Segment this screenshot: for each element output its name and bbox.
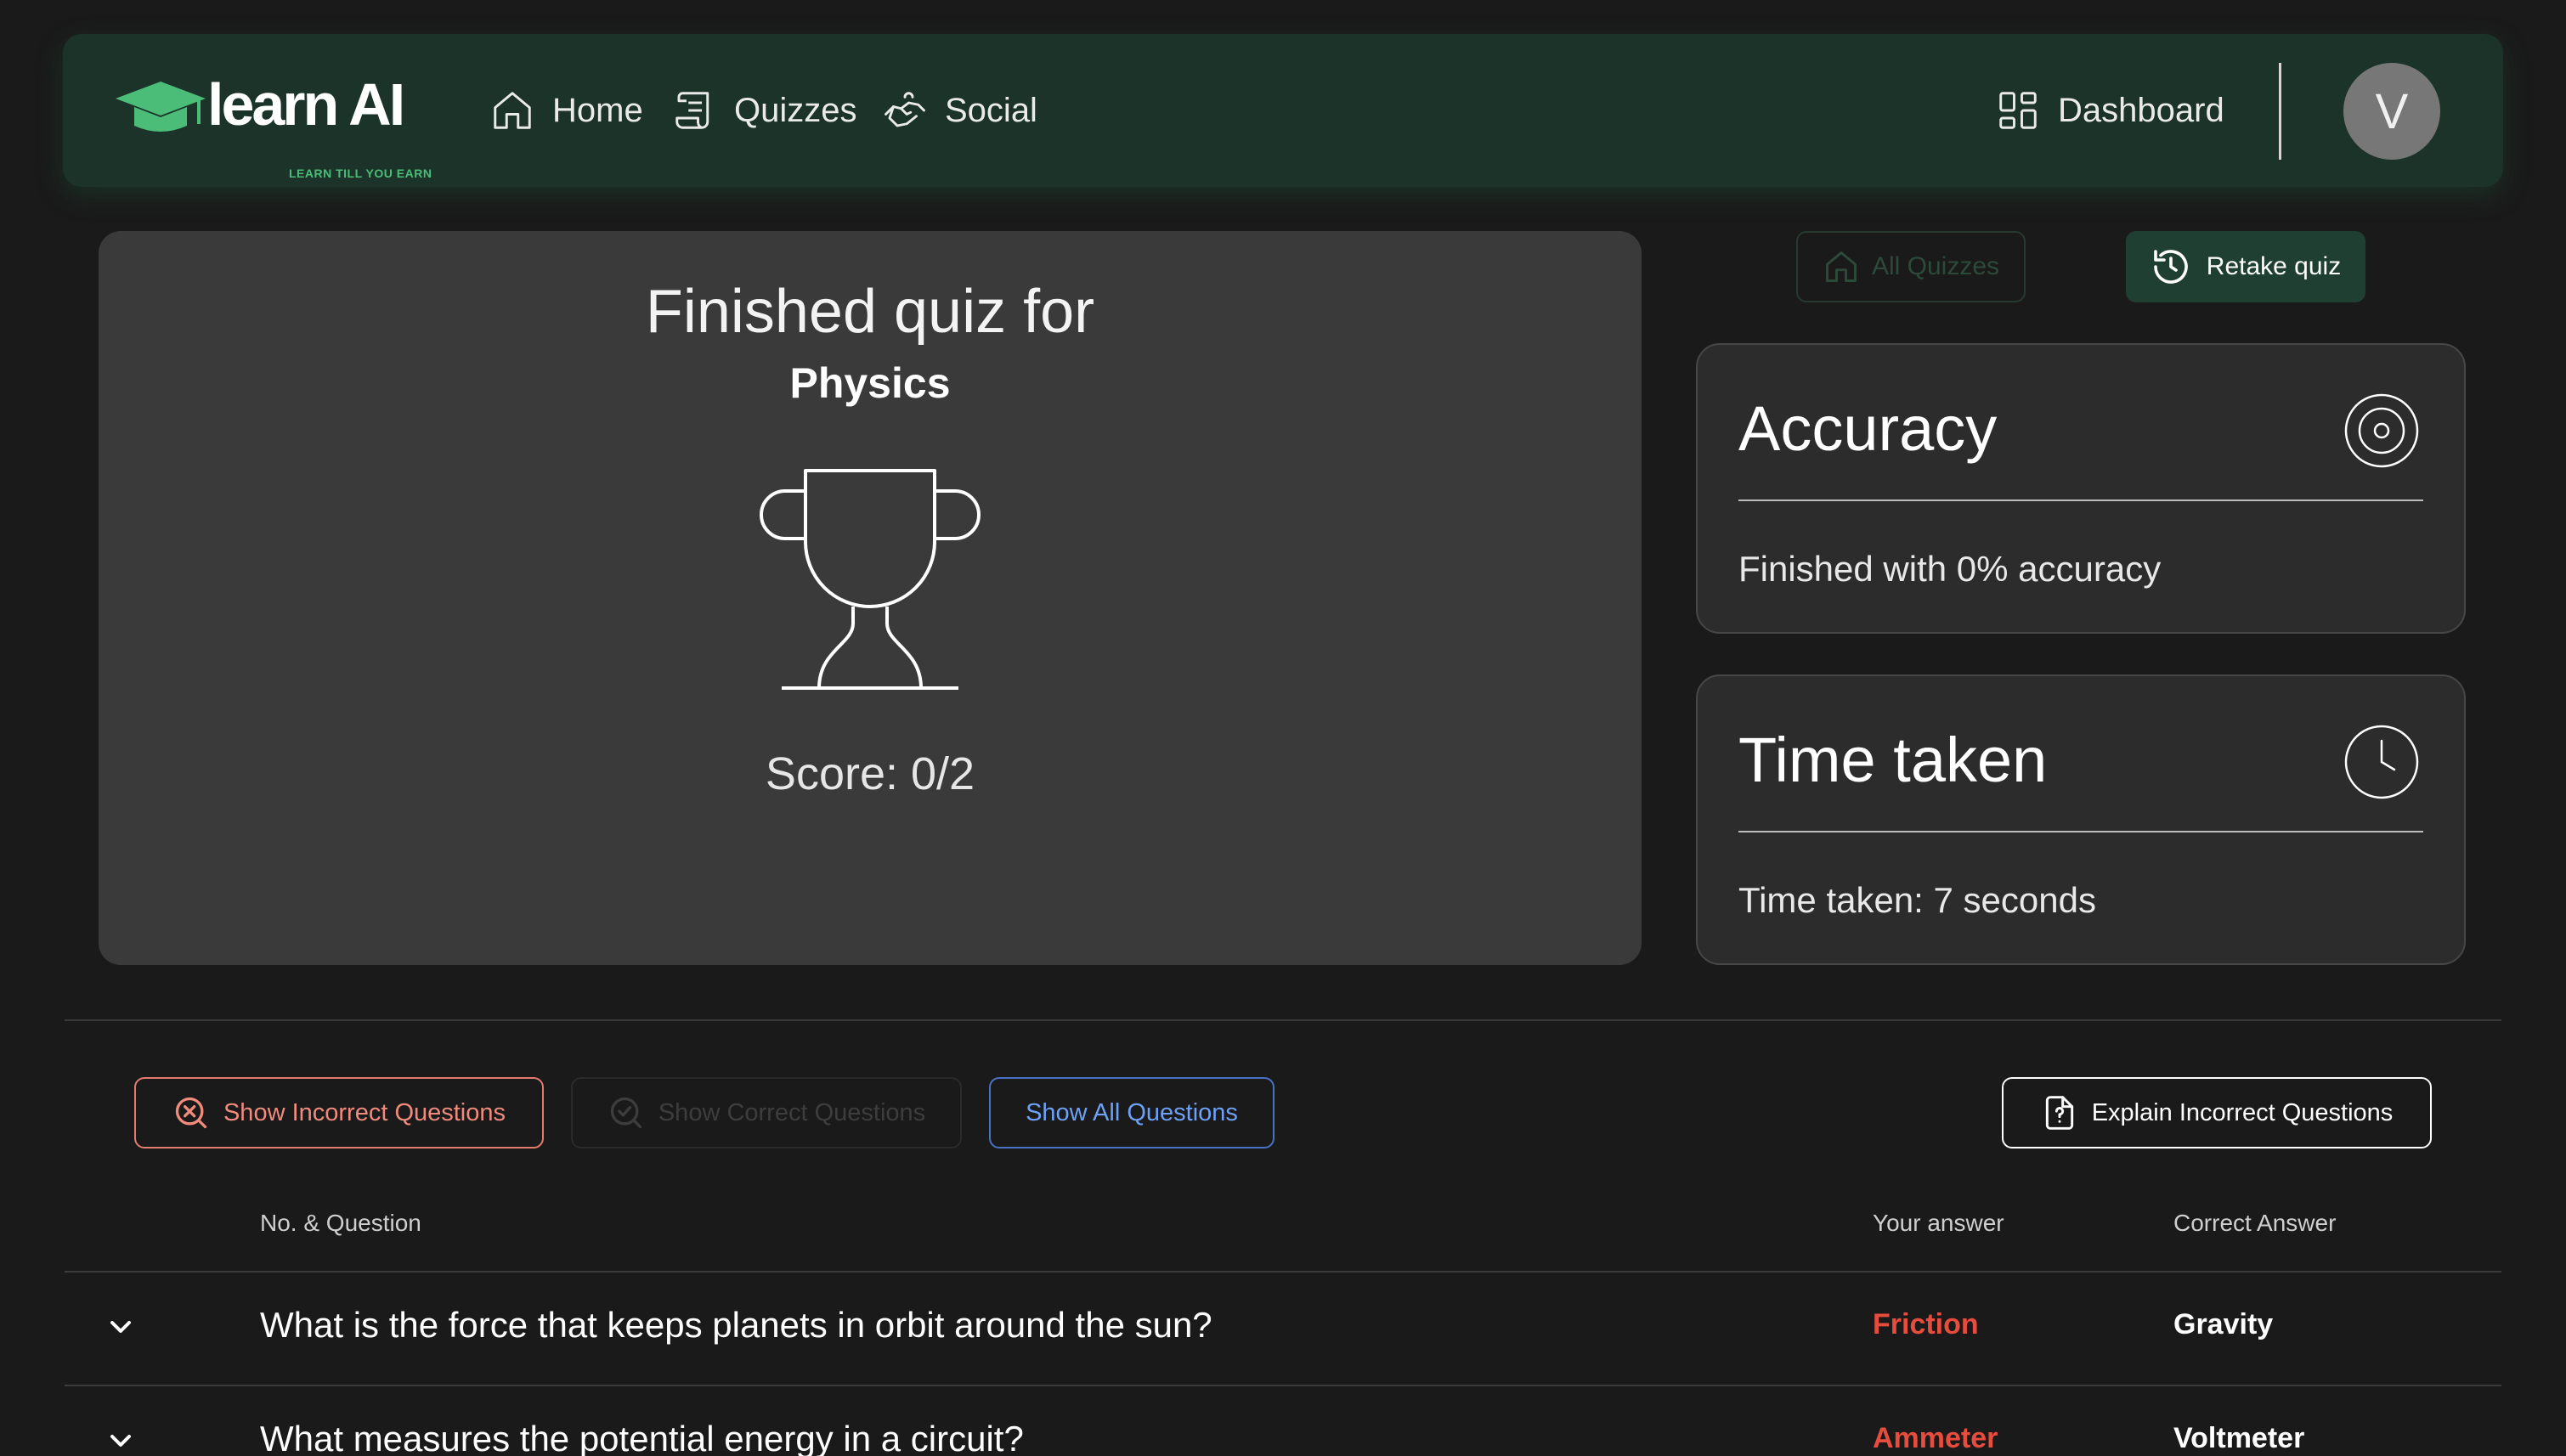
nav-quizzes-label: Quizzes xyxy=(734,91,857,129)
target-icon xyxy=(2344,393,2419,468)
nav-social-label: Social xyxy=(945,91,1037,129)
explain-incorrect-label: Explain Incorrect Questions xyxy=(2091,1098,2394,1126)
time-taken-divider xyxy=(1738,831,2423,832)
row-question: What is the force that keeps planets in … xyxy=(260,1305,1212,1345)
handshake-icon xyxy=(885,92,925,127)
nav-home[interactable]: Home xyxy=(489,87,643,134)
nav-home-label: Home xyxy=(552,91,643,129)
graduation-cap-icon xyxy=(116,82,206,132)
retake-quiz-label: Retake quiz xyxy=(2206,252,2342,280)
section-divider xyxy=(65,1019,2501,1021)
nav-dashboard-label: Dashboard xyxy=(2058,91,2224,129)
row-your-answer: Friction xyxy=(1873,1308,1979,1340)
nav-dashboard[interactable]: Dashboard xyxy=(1995,87,2224,134)
show-incorrect-label: Show Incorrect Questions xyxy=(223,1098,506,1126)
all-quizzes-button[interactable]: All Quizzes xyxy=(1796,231,2026,302)
accuracy-value: Finished with 0% accuracy xyxy=(1738,549,2162,589)
chevron-down-icon[interactable] xyxy=(104,1310,138,1344)
time-taken-title: Time taken xyxy=(1738,725,2048,795)
table-row[interactable]: What measures the potential energy in a … xyxy=(65,1386,2501,1456)
show-all-button[interactable]: Show All Questions xyxy=(989,1077,1275,1148)
time-taken-value: Time taken: 7 seconds xyxy=(1738,880,2096,920)
scroll-icon xyxy=(675,92,709,129)
all-quizzes-label: All Quizzes xyxy=(1871,252,2000,280)
result-title: Finished quiz for xyxy=(645,278,1095,346)
show-correct-button[interactable]: Show Correct Questions xyxy=(571,1077,962,1148)
user-avatar[interactable]: V xyxy=(2343,63,2440,160)
history-icon xyxy=(2153,250,2188,284)
accuracy-title: Accuracy xyxy=(1738,393,1998,464)
search-x-icon xyxy=(175,1097,207,1129)
show-correct-label: Show Correct Questions xyxy=(658,1098,926,1126)
accuracy-card: Accuracy Finished with 0% accuracy xyxy=(1696,343,2466,634)
brand-logo[interactable]: learn AI LEARN TILL YOU EARN xyxy=(114,71,432,180)
top-navbar: learn AI LEARN TILL YOU EARN Home Quizze… xyxy=(63,34,2503,187)
column-header-correct-answer: Correct Answer xyxy=(2173,1210,2337,1236)
row-correct-answer: Gravity xyxy=(2173,1308,2274,1340)
show-all-label: Show All Questions xyxy=(1026,1098,1238,1126)
nav-quizzes[interactable]: Quizzes xyxy=(671,87,857,134)
brand-tagline: LEARN TILL YOU EARN xyxy=(289,166,432,180)
row-question: What measures the potential energy in a … xyxy=(260,1419,1024,1456)
time-taken-card: Time taken Time taken: 7 seconds xyxy=(1696,674,2466,965)
nav-social[interactable]: Social xyxy=(882,87,1037,134)
column-header-question: No. & Question xyxy=(260,1210,421,1236)
chevron-down-icon[interactable] xyxy=(104,1424,138,1456)
clock-icon xyxy=(2344,725,2419,799)
retake-quiz-button[interactable]: Retake quiz xyxy=(2126,231,2365,302)
row-your-answer: Ammeter xyxy=(1873,1422,1998,1454)
file-question-icon xyxy=(2045,1096,2073,1130)
home-icon xyxy=(1826,251,1857,282)
quiz-result-card: Finished quiz for Physics Score: 0/2 xyxy=(99,231,1642,965)
result-subject: Physics xyxy=(789,359,951,407)
show-incorrect-button[interactable]: Show Incorrect Questions xyxy=(134,1077,544,1148)
accuracy-divider xyxy=(1738,499,2423,501)
column-header-your-answer: Your answer xyxy=(1873,1210,2004,1236)
trophy-icon xyxy=(760,469,981,690)
search-check-icon xyxy=(610,1097,642,1129)
explain-incorrect-button[interactable]: Explain Incorrect Questions xyxy=(2002,1077,2432,1148)
home-icon xyxy=(494,92,531,129)
brand-name: learn AI xyxy=(207,71,405,138)
dashboard-grid-icon xyxy=(1999,92,2037,129)
score-text: Score: 0/2 xyxy=(765,748,975,799)
table-row[interactable]: What is the force that keeps planets in … xyxy=(65,1273,2501,1385)
row-correct-answer: Voltmeter xyxy=(2173,1422,2305,1454)
nav-divider xyxy=(2279,63,2281,160)
